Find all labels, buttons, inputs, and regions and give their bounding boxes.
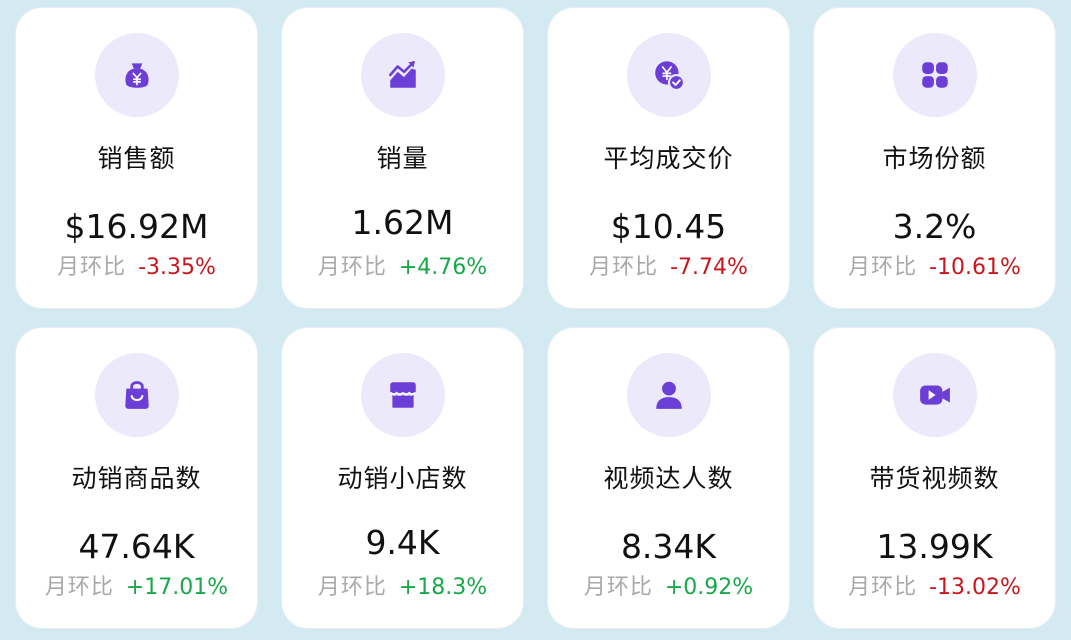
comparison-label: 月环比: [848, 575, 918, 600]
comparison-label: 月环比: [57, 255, 127, 280]
icon-circle: [94, 353, 179, 437]
comparison-label: 月环比: [317, 255, 387, 280]
change-value: -10.61%: [929, 255, 1021, 280]
comparison-label: 月环比: [317, 575, 387, 600]
storefront-icon: [389, 382, 416, 408]
icon-circle: [892, 33, 977, 117]
metric-comparison: 月环比 -10.61%: [848, 253, 1021, 283]
metric-value: 47.64K: [78, 527, 195, 566]
icon-circle: [360, 353, 445, 437]
change-value: -13.02%: [929, 575, 1021, 600]
comparison-label: 月环比: [848, 255, 918, 280]
comparison-label: 月环比: [44, 575, 114, 600]
change-value: +4.76%: [398, 255, 488, 280]
metric-card-active-stores: 动销小店数 9.4K 月环比 +18.3%: [282, 328, 523, 628]
comparison-label: 月环比: [583, 575, 653, 600]
metric-value: $10.45: [610, 207, 727, 246]
metric-value: $16.92M: [64, 207, 209, 246]
metric-card-average-price: 平均成交价 $10.45 月环比 -7.74%: [548, 8, 789, 308]
metric-value: 13.99K: [876, 527, 993, 566]
metric-card-sales-amount: 销售额 $16.92M 月环比 -3.35%: [16, 8, 257, 308]
change-value: +18.3%: [398, 575, 488, 600]
metric-title: 销售额: [97, 144, 176, 173]
metric-title: 销量: [376, 144, 429, 173]
metric-value: 9.4K: [365, 523, 440, 562]
metric-title: 动销商品数: [71, 464, 202, 493]
grid-apps-icon: [921, 62, 948, 88]
icon-circle: [94, 33, 179, 117]
metric-card-sales-volume: 销量 1.62M 月环比 +4.76%: [282, 8, 523, 308]
trend-chart-icon: [388, 60, 416, 88]
metric-comparison: 月环比 -3.35%: [57, 253, 216, 283]
metric-value: 3.2%: [892, 207, 977, 246]
metric-card-market-share: 市场份额 3.2% 月环比 -10.61%: [814, 8, 1055, 308]
shopping-bag-icon: [124, 381, 149, 409]
yen-check-icon: [654, 61, 685, 91]
icon-circle: [360, 33, 445, 117]
metric-card-promo-videos: 带货视频数 13.99K 月环比 -13.02%: [814, 328, 1055, 628]
metric-card-video-creators: 视频达人数 8.34K 月环比 +0.92%: [548, 328, 789, 628]
metric-title: 平均成交价: [603, 144, 734, 173]
metric-value: 8.34K: [620, 527, 717, 566]
metric-title: 视频达人数: [603, 464, 734, 493]
icon-circle: [892, 353, 977, 437]
metric-title: 带货视频数: [869, 464, 1000, 493]
metric-comparison: 月环比 -13.02%: [848, 573, 1021, 603]
person-icon: [655, 381, 682, 409]
metric-comparison: 月环比 +4.76%: [318, 253, 487, 283]
money-bag-icon: [124, 63, 149, 88]
metric-card-active-products: 动销商品数 47.64K 月环比 +17.01%: [16, 328, 257, 628]
icon-circle: [626, 33, 711, 117]
metric-comparison: 月环比 +0.92%: [584, 573, 753, 603]
comparison-label: 月环比: [589, 255, 659, 280]
icon-circle: [626, 353, 711, 437]
metric-comparison: 月环比 +17.01%: [45, 573, 228, 603]
change-value: -7.74%: [670, 255, 748, 280]
change-value: -3.35%: [138, 255, 216, 280]
metric-title: 动销小店数: [337, 464, 468, 493]
metric-comparison: 月环比 -7.74%: [589, 253, 748, 283]
metric-value: 1.62M: [351, 203, 454, 242]
metric-comparison: 月环比 +18.3%: [318, 573, 487, 603]
metric-title: 市场份额: [882, 144, 987, 173]
change-value: +0.92%: [664, 575, 754, 600]
metrics-grid: 销售额 $16.92M 月环比 -3.35% 销量 1.62M 月环比 +4.76%: [16, 8, 1055, 628]
video-camera-icon: [919, 385, 950, 405]
change-value: +17.01%: [125, 575, 229, 600]
